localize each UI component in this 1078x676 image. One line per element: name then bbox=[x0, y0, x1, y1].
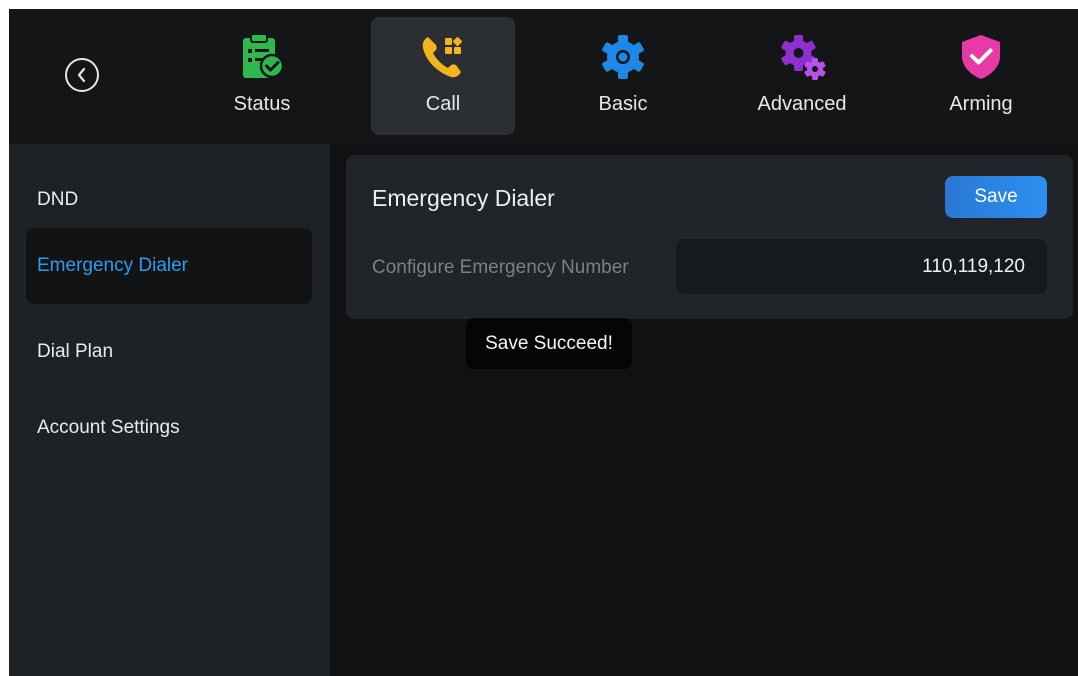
sidebar-item-label: Emergency Dialer bbox=[37, 255, 188, 276]
sidebar-item-label: DND bbox=[37, 189, 79, 210]
sidebar-item-label: Dial Plan bbox=[37, 341, 114, 362]
toast-text: Save Succeed! bbox=[485, 332, 613, 354]
tab-arming[interactable]: Arming bbox=[909, 17, 1053, 135]
sidebar-item-dial-plan[interactable]: Dial Plan bbox=[26, 314, 312, 390]
sidebar-item-account-settings[interactable]: Account Settings bbox=[26, 390, 312, 466]
tab-status[interactable]: Status bbox=[190, 17, 334, 135]
sidebar: DND Emergency Dialer Dial Plan Account S… bbox=[9, 144, 330, 676]
save-toast: Save Succeed! bbox=[466, 318, 632, 369]
tab-basic[interactable]: Basic bbox=[551, 17, 695, 135]
emergency-number-input[interactable] bbox=[676, 239, 1047, 294]
tab-advanced[interactable]: Advanced bbox=[730, 17, 874, 135]
sidebar-item-emergency-dialer[interactable]: Emergency Dialer bbox=[26, 228, 312, 304]
app-screen: Status Call Basic Advanced Arming DND Em… bbox=[9, 9, 1078, 676]
emergency-number-label: Configure Emergency Number bbox=[372, 257, 629, 278]
save-button[interactable]: Save bbox=[945, 176, 1047, 218]
shield-check-icon bbox=[956, 32, 1006, 82]
chevron-left-icon bbox=[77, 67, 86, 83]
back-button[interactable] bbox=[65, 58, 99, 92]
tab-label: Status bbox=[233, 93, 291, 115]
clipboard-check-icon bbox=[237, 32, 287, 82]
tab-label: Advanced bbox=[757, 93, 847, 115]
phone-grid-icon bbox=[418, 32, 468, 82]
sidebar-item-label: Account Settings bbox=[37, 417, 180, 438]
tab-label: Call bbox=[425, 93, 461, 115]
gear-icon bbox=[598, 32, 648, 82]
sidebar-item-dnd[interactable]: DND bbox=[26, 162, 312, 238]
tab-label: Arming bbox=[949, 93, 1013, 115]
panel-title: Emergency Dialer bbox=[372, 185, 555, 211]
top-navigation-bar: Status Call Basic Advanced Arming bbox=[9, 9, 1078, 144]
double-gear-icon bbox=[777, 32, 827, 82]
tab-call[interactable]: Call bbox=[371, 17, 515, 135]
emergency-dialer-panel: Emergency Dialer Save Configure Emergenc… bbox=[346, 155, 1073, 319]
tab-label: Basic bbox=[598, 93, 648, 115]
